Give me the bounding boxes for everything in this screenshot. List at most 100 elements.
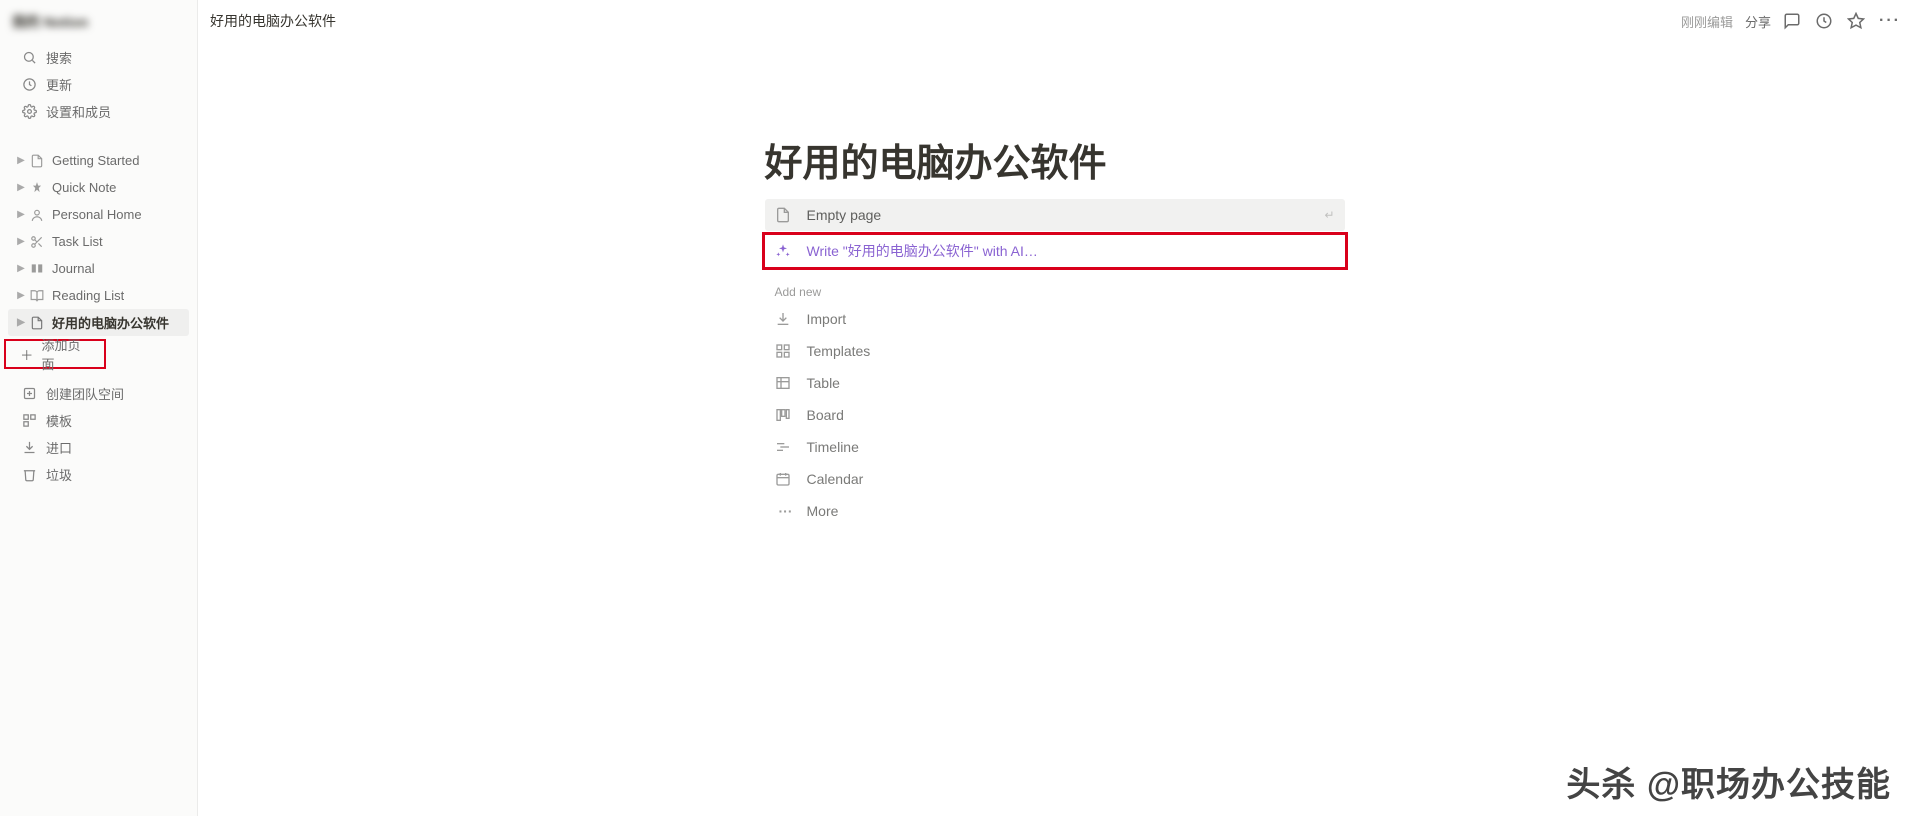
page-title[interactable]: 好用的电脑办公软件 — [765, 132, 1345, 187]
sidebar-item-search[interactable]: 搜索 — [8, 44, 189, 71]
templates-icon — [775, 343, 797, 359]
page-item-personal-home[interactable]: ▶ Personal Home — [8, 201, 189, 228]
chevron-right-icon[interactable]: ▶ — [12, 155, 30, 166]
chevron-right-icon[interactable]: ▶ — [12, 317, 30, 328]
sidebar: 我的 Notion 搜索 更新 设置和成员 ▶ Getting Started — [0, 0, 198, 816]
sidebar-item-trash[interactable]: 垃圾 — [8, 461, 189, 488]
page-icon — [30, 154, 48, 168]
sidebar-item-label: 进口 — [46, 438, 72, 457]
chevron-right-icon[interactable]: ▶ — [12, 236, 30, 247]
chevron-right-icon[interactable]: ▶ — [12, 209, 30, 220]
enter-icon: ↵ — [1324, 208, 1334, 222]
page: 好用的电脑办公软件 Empty page ↵ Write "好用的电脑办公软件"… — [765, 132, 1345, 816]
option-write-with-ai[interactable]: Write "好用的电脑办公软件" with AI… — [765, 235, 1345, 267]
plus-icon: ＋ — [18, 345, 35, 364]
option-label: More — [807, 503, 839, 519]
chevron-right-icon[interactable]: ▶ — [12, 290, 30, 301]
page-label: Quick Note — [52, 180, 116, 195]
more-icon[interactable]: ··· — [1879, 12, 1899, 30]
sidebar-item-teamspace[interactable]: 创建团队空间 — [8, 380, 189, 407]
page-item-current[interactable]: ▶ 好用的电脑办公软件 — [8, 309, 189, 336]
option-label: Table — [807, 375, 840, 391]
page-item-getting-started[interactable]: ▶ Getting Started — [8, 147, 189, 174]
template-icon — [20, 413, 38, 428]
page-label: Task List — [52, 234, 103, 249]
option-table[interactable]: Table — [765, 367, 1345, 399]
sidebar-item-templates[interactable]: 模板 — [8, 407, 189, 434]
share-button[interactable]: 分享 — [1745, 12, 1771, 31]
sidebar-pages: ▶ Getting Started ▶ Quick Note ▶ Persona… — [0, 145, 197, 338]
option-label: Write "好用的电脑办公软件" with AI… — [807, 241, 1038, 261]
add-page-button[interactable]: ＋ 添加页面 — [4, 339, 106, 369]
option-timeline[interactable]: Timeline — [765, 431, 1345, 463]
chevron-right-icon[interactable]: ▶ — [12, 182, 30, 193]
option-empty-page[interactable]: Empty page ↵ — [765, 199, 1345, 231]
sidebar-bottom-section: 创建团队空间 模板 进口 垃圾 — [0, 378, 197, 490]
option-templates[interactable]: Templates — [765, 335, 1345, 367]
calendar-icon — [775, 471, 797, 487]
person-icon — [30, 208, 48, 222]
import-icon — [20, 440, 38, 455]
sparkle-icon — [775, 243, 797, 259]
option-import[interactable]: Import — [765, 303, 1345, 335]
page-icon — [775, 207, 797, 223]
workspace-switcher[interactable]: 我的 Notion — [0, 8, 197, 36]
search-icon — [20, 50, 38, 65]
timeline-icon — [775, 439, 797, 455]
team-icon — [20, 386, 38, 401]
option-more[interactable]: ··· More — [765, 495, 1345, 527]
sidebar-item-label: 搜索 — [46, 48, 72, 67]
book-icon — [30, 262, 48, 276]
sidebar-item-label: 模板 — [46, 411, 72, 430]
ai-highlight: Write "好用的电脑办公软件" with AI… — [762, 232, 1348, 270]
option-label: Board — [807, 407, 844, 423]
page-label: Personal Home — [52, 207, 142, 222]
clock-icon — [20, 77, 38, 92]
scissors-icon — [30, 235, 48, 249]
page-label: Journal — [52, 261, 95, 276]
topbar-actions: 刚刚编辑 分享 ··· — [1681, 12, 1899, 31]
bookopen-icon — [30, 289, 48, 303]
option-label: Empty page — [807, 207, 882, 223]
breadcrumb[interactable]: 好用的电脑办公软件 — [210, 11, 336, 31]
more-icon: ··· — [775, 503, 797, 519]
page-label: Getting Started — [52, 153, 139, 168]
page-item-journal[interactable]: ▶ Journal — [8, 255, 189, 282]
main: 好用的电脑办公软件 刚刚编辑 分享 ··· 好用的电脑办公软件 Empty pa… — [198, 0, 1911, 816]
trash-icon — [20, 467, 38, 482]
option-label: Calendar — [807, 471, 864, 487]
page-item-reading-list[interactable]: ▶ Reading List — [8, 282, 189, 309]
history-icon[interactable] — [1815, 12, 1835, 30]
last-edited-label: 刚刚编辑 — [1681, 12, 1733, 31]
sidebar-item-label: 垃圾 — [46, 465, 72, 484]
sidebar-item-settings[interactable]: 设置和成员 — [8, 98, 189, 125]
star-icon[interactable] — [1847, 12, 1867, 30]
page-label: Reading List — [52, 288, 124, 303]
chevron-right-icon[interactable]: ▶ — [12, 263, 30, 274]
sidebar-item-label: 创建团队空间 — [46, 384, 124, 403]
board-icon — [775, 407, 797, 423]
add-new-label: Add new — [765, 271, 1345, 303]
option-label: Import — [807, 311, 847, 327]
option-label: Templates — [807, 343, 871, 359]
download-icon — [775, 311, 797, 327]
topbar: 好用的电脑办公软件 刚刚编辑 分享 ··· — [198, 0, 1911, 42]
workspace-name: 我的 Notion — [12, 14, 88, 30]
comments-icon[interactable] — [1783, 12, 1803, 30]
page-item-quick-note[interactable]: ▶ Quick Note — [8, 174, 189, 201]
pin-icon — [30, 181, 48, 195]
sidebar-item-import[interactable]: 进口 — [8, 434, 189, 461]
page-icon — [30, 316, 48, 330]
add-page-label: 添加页面 — [41, 335, 92, 373]
sidebar-item-label: 设置和成员 — [46, 102, 111, 121]
option-board[interactable]: Board — [765, 399, 1345, 431]
content: 好用的电脑办公软件 Empty page ↵ Write "好用的电脑办公软件"… — [198, 42, 1911, 816]
sidebar-top-section: 搜索 更新 设置和成员 — [0, 42, 197, 127]
gear-icon — [20, 104, 38, 119]
option-calendar[interactable]: Calendar — [765, 463, 1345, 495]
page-item-task-list[interactable]: ▶ Task List — [8, 228, 189, 255]
table-icon — [775, 375, 797, 391]
option-label: Timeline — [807, 439, 859, 455]
sidebar-item-updates[interactable]: 更新 — [8, 71, 189, 98]
breadcrumb-title: 好用的电脑办公软件 — [210, 11, 336, 31]
